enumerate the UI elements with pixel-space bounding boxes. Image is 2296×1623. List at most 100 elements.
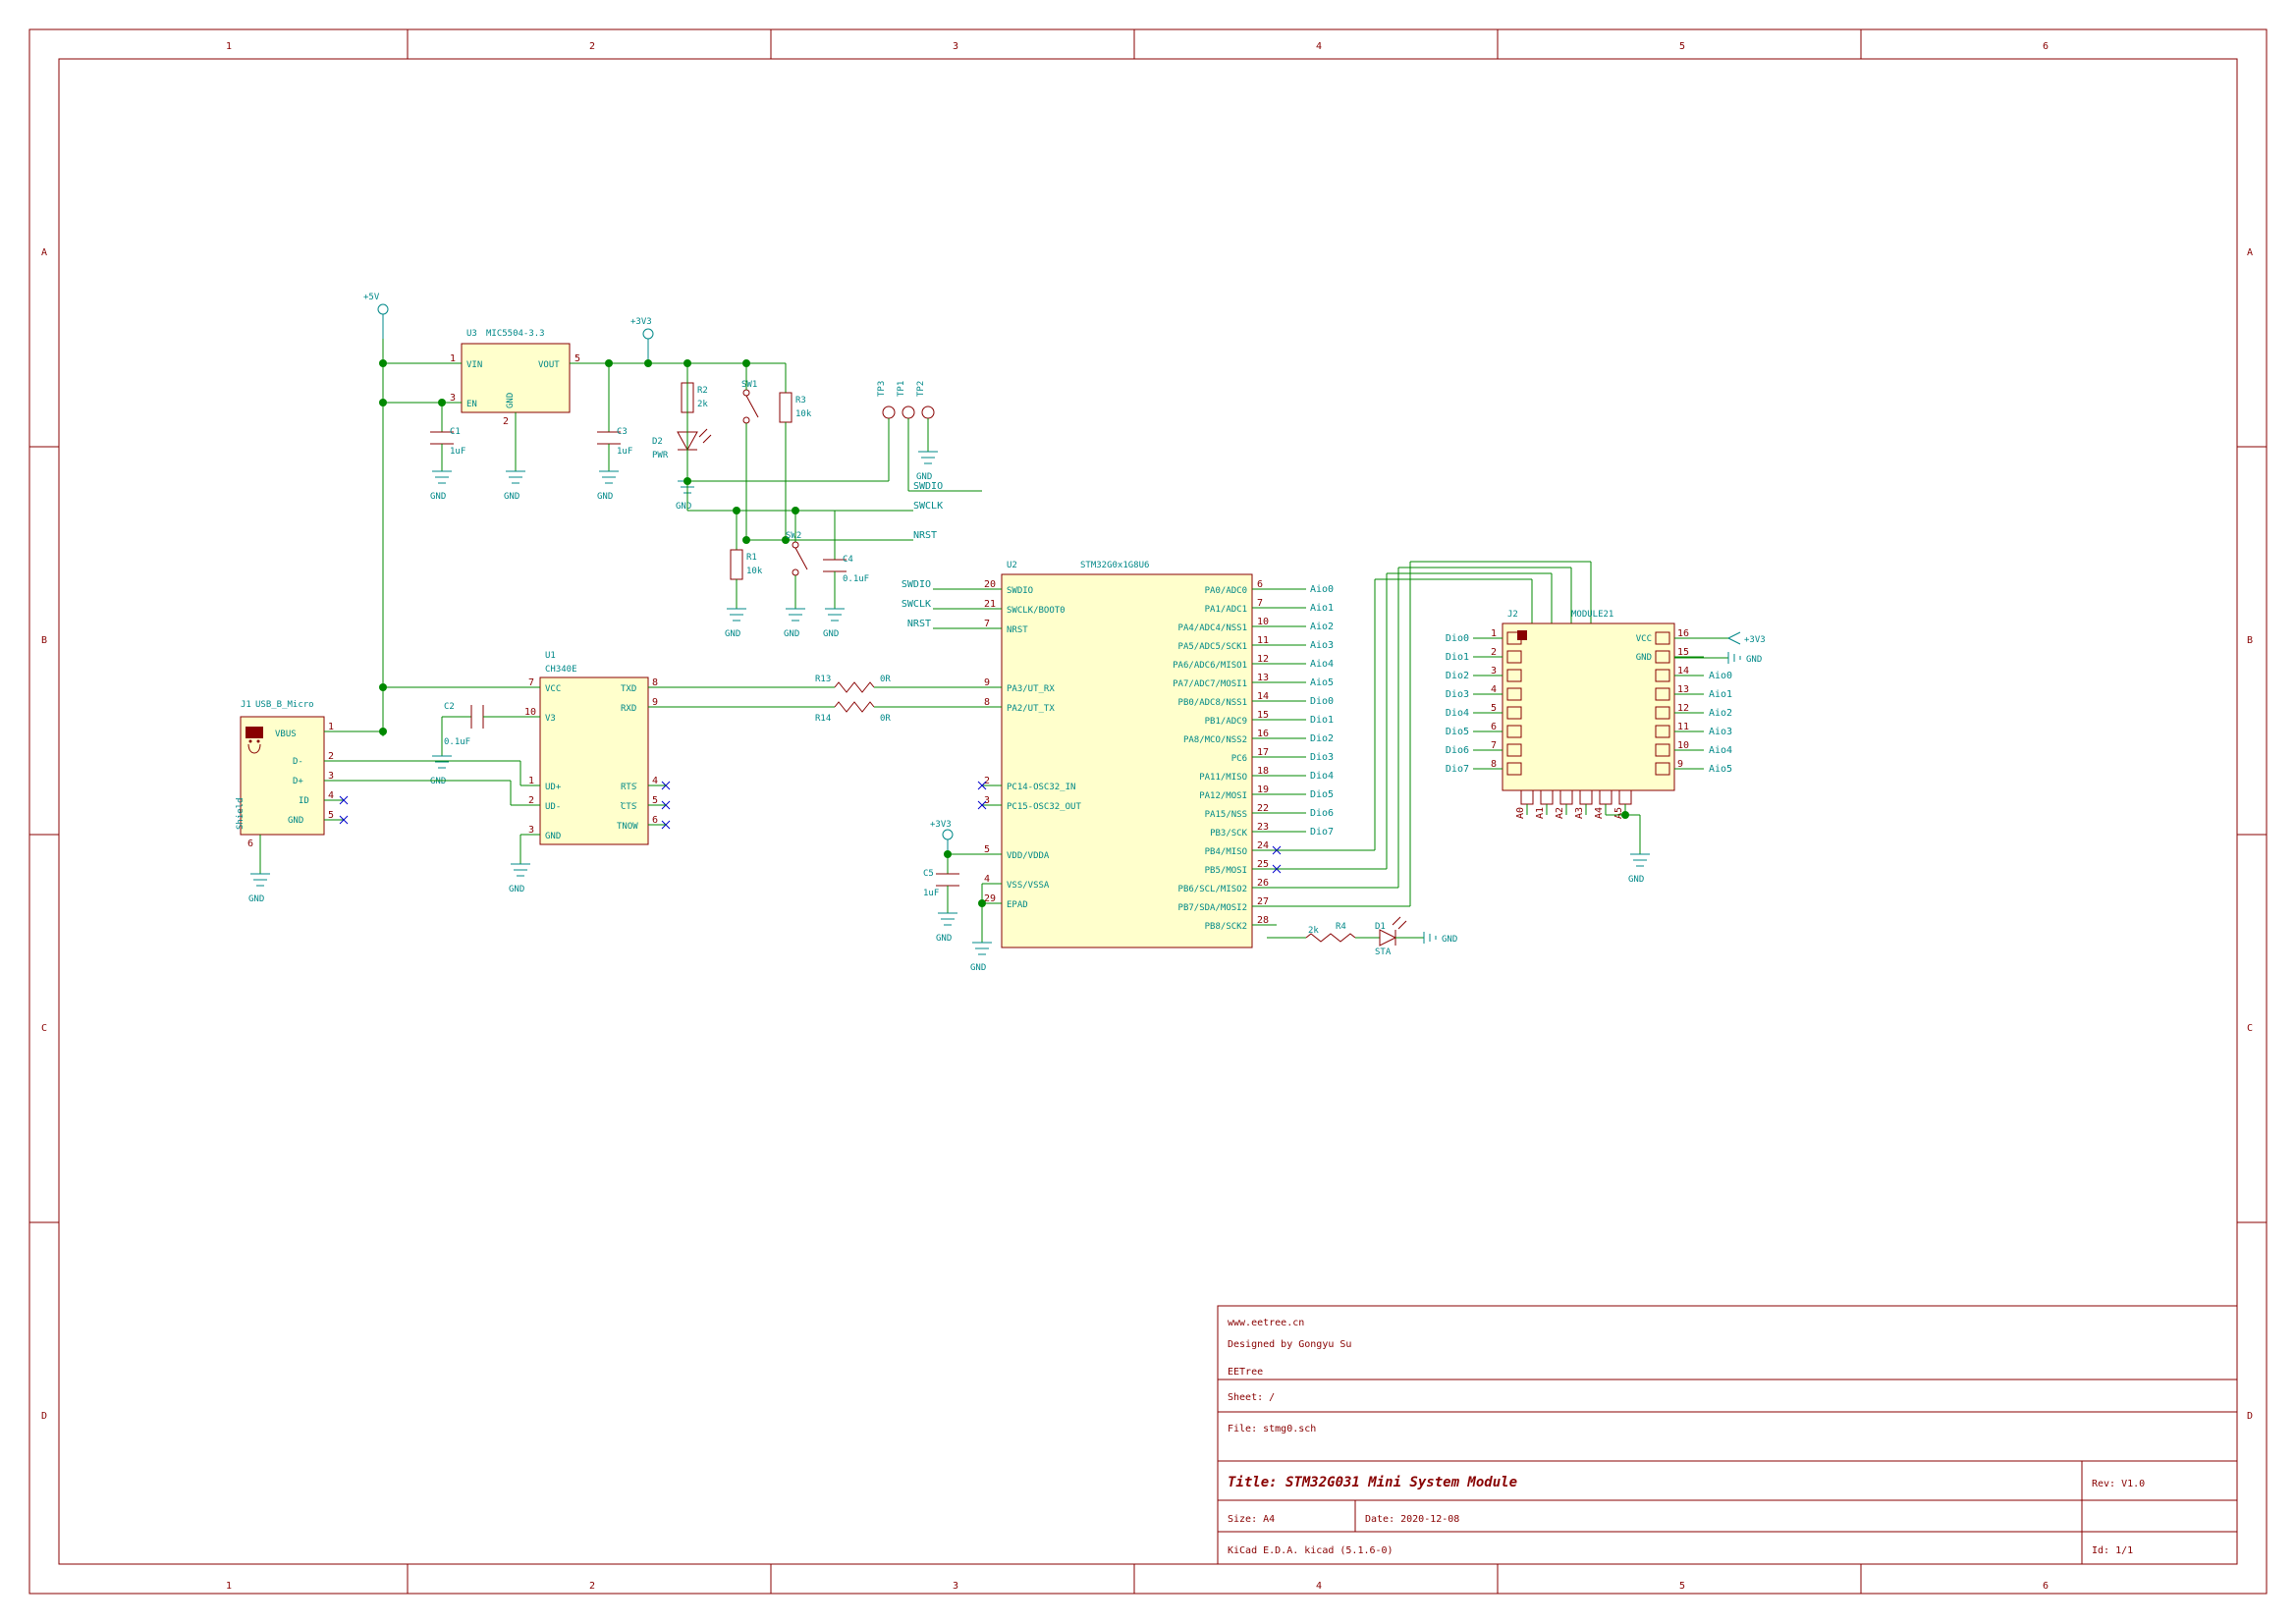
svg-text:8: 8 [984,697,990,708]
svg-text:15: 15 [1257,710,1269,721]
svg-text:28: 28 [1257,915,1269,926]
svg-text:V3: V3 [545,714,556,724]
svg-text:D-: D- [293,757,303,767]
svg-text:Dio2: Dio2 [1446,671,1469,681]
svg-text:PC15-OSC32_OUT: PC15-OSC32_OUT [1007,802,1081,812]
svg-text:Dio6: Dio6 [1446,745,1469,756]
svg-text:Aio4: Aio4 [1310,659,1334,670]
svg-text:PB0/ADC8/NSS1: PB0/ADC8/NSS1 [1178,698,1247,708]
svg-text:C3: C3 [617,427,628,437]
svg-text:GND: GND [1442,935,1457,945]
svg-text:17: 17 [1257,747,1269,758]
svg-text:8: 8 [1491,759,1497,770]
svg-text:1: 1 [1491,628,1497,639]
svg-text:PB4/MISO: PB4/MISO [1205,847,1247,857]
svg-text:Aio3: Aio3 [1709,727,1732,737]
svg-text:Shield: Shield [236,797,246,830]
svg-text:GND: GND [248,894,264,904]
svg-text:14: 14 [1257,691,1269,702]
svg-text:Rev: V1.0: Rev: V1.0 [2092,1479,2145,1489]
svg-text:Aio1: Aio1 [1709,689,1732,700]
svg-text:SW2: SW2 [786,531,801,541]
svg-text:Aio4: Aio4 [1709,745,1732,756]
svg-text:A2: A2 [1555,807,1565,819]
svg-text:SWDIO: SWDIO [1007,586,1033,596]
svg-text:GND: GND [1628,875,1644,885]
svg-text:10: 10 [1677,740,1689,751]
svg-text:GND: GND [725,629,740,639]
svg-text:6: 6 [652,815,658,826]
svg-text:TXD: TXD [621,684,636,694]
svg-text:4: 4 [328,790,334,801]
svg-text:4: 4 [652,776,658,786]
svg-text:1uF: 1uF [450,447,465,457]
svg-text:PB3/SCK: PB3/SCK [1210,829,1248,839]
svg-text:3: 3 [450,393,456,404]
svg-text:SWDIO: SWDIO [902,579,931,590]
power-3v3: +3V3 [630,317,653,367]
svg-text:R2: R2 [697,386,708,396]
svg-text:Dio3: Dio3 [1310,752,1334,763]
svg-text:1uF: 1uF [923,889,939,898]
svg-text:0R: 0R [880,714,891,724]
svg-text:SWDIO: SWDIO [913,481,943,492]
svg-text:5: 5 [984,844,990,855]
svg-text:0.1uF: 0.1uF [444,737,470,747]
svg-text:PA12/MOSI: PA12/MOSI [1199,791,1247,801]
svg-text:2: 2 [503,416,509,427]
svg-text:4: 4 [1316,1581,1322,1592]
svg-text:16: 16 [1677,628,1689,639]
svg-text:7: 7 [1491,740,1497,751]
svg-text:22: 22 [1257,803,1269,814]
svg-text:Aio3: Aio3 [1310,640,1334,651]
svg-text:RXD: RXD [621,704,636,714]
svg-text:+3V3: +3V3 [630,317,652,327]
svg-text:PA7/ADC7/MOSI1: PA7/ADC7/MOSI1 [1173,679,1247,689]
svg-text:1: 1 [328,722,334,732]
cap-c1: C1 1uF [430,399,465,471]
svg-text:3: 3 [953,41,958,52]
svg-text:21: 21 [984,599,996,610]
svg-text:0.1uF: 0.1uF [843,574,869,584]
svg-text:PWR: PWR [652,451,669,460]
r2-d2: R2 2k D2 PWR GND [652,359,711,512]
svg-text:Dio0: Dio0 [1446,633,1469,644]
svg-text:Sheet: /: Sheet: / [1228,1392,1275,1403]
svg-text:GND: GND [970,963,986,973]
r13: R13 0R [815,675,982,692]
gnd-u3: GND GND [430,471,525,502]
svg-text:16: 16 [1257,729,1269,739]
svg-text:3: 3 [528,825,534,836]
svg-text:Aio1: Aio1 [1310,603,1334,614]
svg-text:CH340E: CH340E [545,665,577,675]
svg-text:1: 1 [226,1581,232,1592]
svg-text:5: 5 [1679,41,1685,52]
svg-text:VDD/VDDA: VDD/VDDA [1007,851,1050,861]
svg-text:SWCLK/BOOT0: SWCLK/BOOT0 [1007,606,1066,616]
svg-text:Aio0: Aio0 [1310,584,1334,595]
svg-text:1: 1 [528,776,534,786]
svg-text:6: 6 [247,839,253,849]
svg-text:0R: 0R [880,675,891,684]
svg-text:7: 7 [984,619,990,629]
svg-text:1: 1 [450,353,456,364]
ic-u3: U3 MIC5504-3.3 1VIN 3EN GND 2 5VOUT [442,329,609,471]
svg-text:11: 11 [1677,722,1689,732]
svg-text:4: 4 [1316,41,1322,52]
svg-text:Size: A4: Size: A4 [1228,1514,1275,1525]
svg-text:PB8/SCK2: PB8/SCK2 [1205,922,1247,932]
svg-text:+5V: +5V [363,293,380,302]
svg-text:TP2: TP2 [916,381,926,397]
svg-text:GND: GND [509,885,524,894]
svg-text:2: 2 [984,776,990,786]
svg-text:ID: ID [299,796,309,806]
svg-text:D+: D+ [293,777,303,786]
ic-u1: U1 CH340E 7VCC 10V3 1UD+ 2UD- GND3 GND 8… [379,651,687,894]
svg-text:25: 25 [1257,859,1269,870]
svg-text:UD-: UD- [545,802,561,812]
svg-text:EN: EN [466,400,477,409]
svg-text:Aio5: Aio5 [1709,764,1732,775]
svg-text:Dio7: Dio7 [1446,764,1469,775]
svg-text:PB5/MOSI: PB5/MOSI [1205,866,1247,876]
svg-text:C4: C4 [843,555,853,565]
